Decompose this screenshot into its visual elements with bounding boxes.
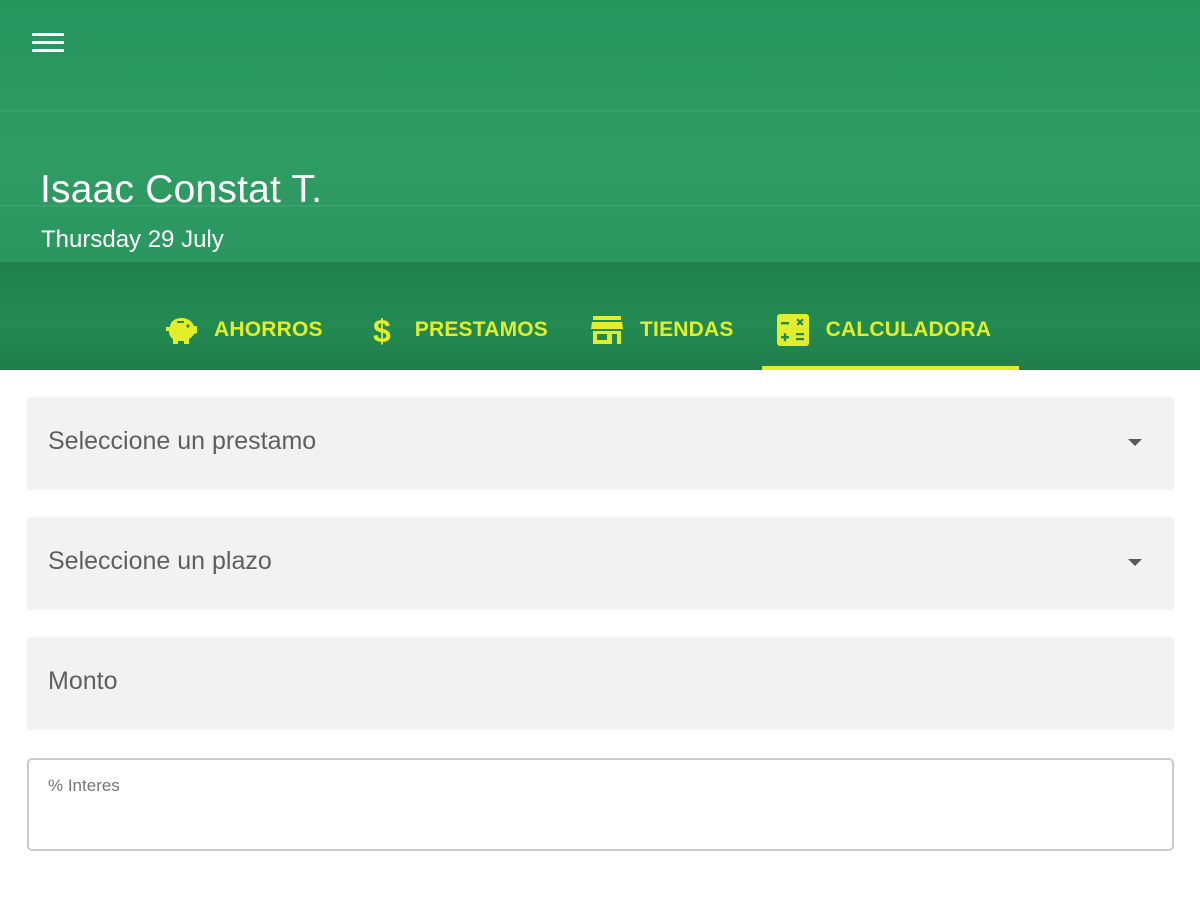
app-header: Isaac Constat T. Thursday 29 July AHORRO…	[0, 0, 1200, 370]
hamburger-menu-icon[interactable]	[32, 30, 66, 56]
term-select-label: Seleccione un plazo	[48, 547, 272, 575]
tab-bar: AHORROS $ PRESTAMOS TIENDAS CALCULADORA	[150, 290, 1019, 370]
dropdown-arrow-icon	[1128, 559, 1142, 566]
store-icon	[590, 313, 624, 347]
current-date: Thursday 29 July	[41, 226, 224, 253]
interest-field[interactable]: % Interes	[27, 758, 1174, 851]
tab-ahorros[interactable]: AHORROS	[150, 290, 351, 370]
tab-label: AHORROS	[214, 318, 323, 341]
calculator-icon	[776, 313, 810, 347]
dropdown-arrow-icon	[1128, 439, 1142, 446]
loan-select-label: Seleccione un prestamo	[48, 427, 317, 455]
amount-field[interactable]: Monto	[27, 637, 1174, 730]
svg-text:$: $	[373, 313, 391, 347]
tab-prestamos[interactable]: $ PRESTAMOS	[351, 290, 576, 370]
loan-select[interactable]: Seleccione un prestamo	[27, 397, 1174, 490]
interest-input[interactable]	[48, 804, 1148, 838]
user-name: Isaac Constat T.	[40, 168, 323, 211]
interest-field-label: % Interes	[48, 776, 120, 795]
dollar-icon: $	[365, 313, 399, 347]
tab-label: TIENDAS	[640, 318, 734, 341]
tab-label: PRESTAMOS	[414, 318, 549, 341]
amount-field-label: Monto	[48, 667, 118, 695]
piggy-bank-icon	[164, 313, 198, 347]
header-texture	[0, 110, 1200, 112]
tab-calculadora[interactable]: CALCULADORA	[761, 290, 1020, 370]
tab-tiendas[interactable]: TIENDAS	[576, 290, 762, 370]
tab-label: CALCULADORA	[825, 318, 992, 341]
term-select[interactable]: Seleccione un plazo	[27, 517, 1174, 610]
